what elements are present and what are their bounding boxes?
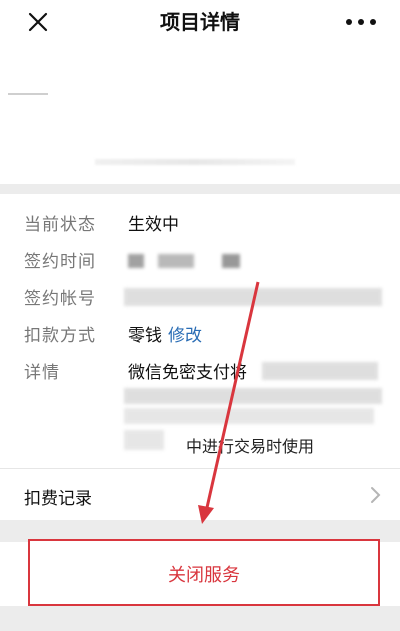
redacted-service-name — [95, 159, 295, 165]
deduction-records-label: 扣费记录 — [24, 489, 92, 509]
chevron-right-icon — [371, 487, 381, 503]
payment-method-value: 零钱 修改 — [128, 321, 202, 346]
payment-method-row: 扣款方式 零钱 修改 — [0, 315, 400, 349]
signed-time-row: 签约时间 — [0, 241, 400, 275]
redacted-text — [124, 408, 374, 424]
top-bar: 项目详情 — [0, 0, 400, 46]
description-line2: 中进行交易时使用 — [186, 437, 315, 456]
modify-link[interactable]: 修改 — [168, 326, 202, 346]
account-row: 签约帐号 — [0, 278, 400, 312]
redacted-value — [222, 254, 240, 268]
service-header-area — [0, 46, 400, 184]
redacted-value — [158, 254, 194, 268]
redacted-account — [124, 288, 382, 306]
redacted-text — [124, 388, 382, 404]
decorative-line — [8, 93, 48, 95]
deduction-records-item[interactable]: 扣费记录 — [0, 468, 400, 521]
description-label: 详情 — [24, 363, 60, 383]
account-label: 签约帐号 — [24, 289, 96, 309]
page-title: 项目详情 — [160, 10, 240, 34]
description-line1: 微信免密支付将 — [128, 363, 247, 383]
signed-time-label: 签约时间 — [24, 252, 96, 272]
status-label: 当前状态 — [24, 215, 96, 235]
details-section: 当前状态 生效中 签约时间 签约帐号 扣款方式 零钱 修改 详情 微信免密支付将 … — [0, 194, 400, 464]
payment-method-label: 扣款方式 — [24, 326, 96, 346]
close-service-button[interactable]: 关闭服务 — [28, 539, 380, 606]
status-value: 生效中 — [128, 215, 179, 235]
section-divider — [0, 184, 400, 194]
status-row: 当前状态 生效中 — [0, 204, 400, 238]
description-row: 详情 微信免密支付将 — [0, 352, 400, 386]
close-service-label: 关闭服务 — [168, 565, 240, 586]
redacted-text — [124, 430, 164, 450]
redacted-value — [128, 254, 144, 268]
more-icon[interactable] — [344, 12, 378, 32]
bottom-area — [0, 606, 400, 631]
redacted-text — [262, 362, 378, 380]
payment-method-text: 零钱 — [128, 326, 162, 346]
